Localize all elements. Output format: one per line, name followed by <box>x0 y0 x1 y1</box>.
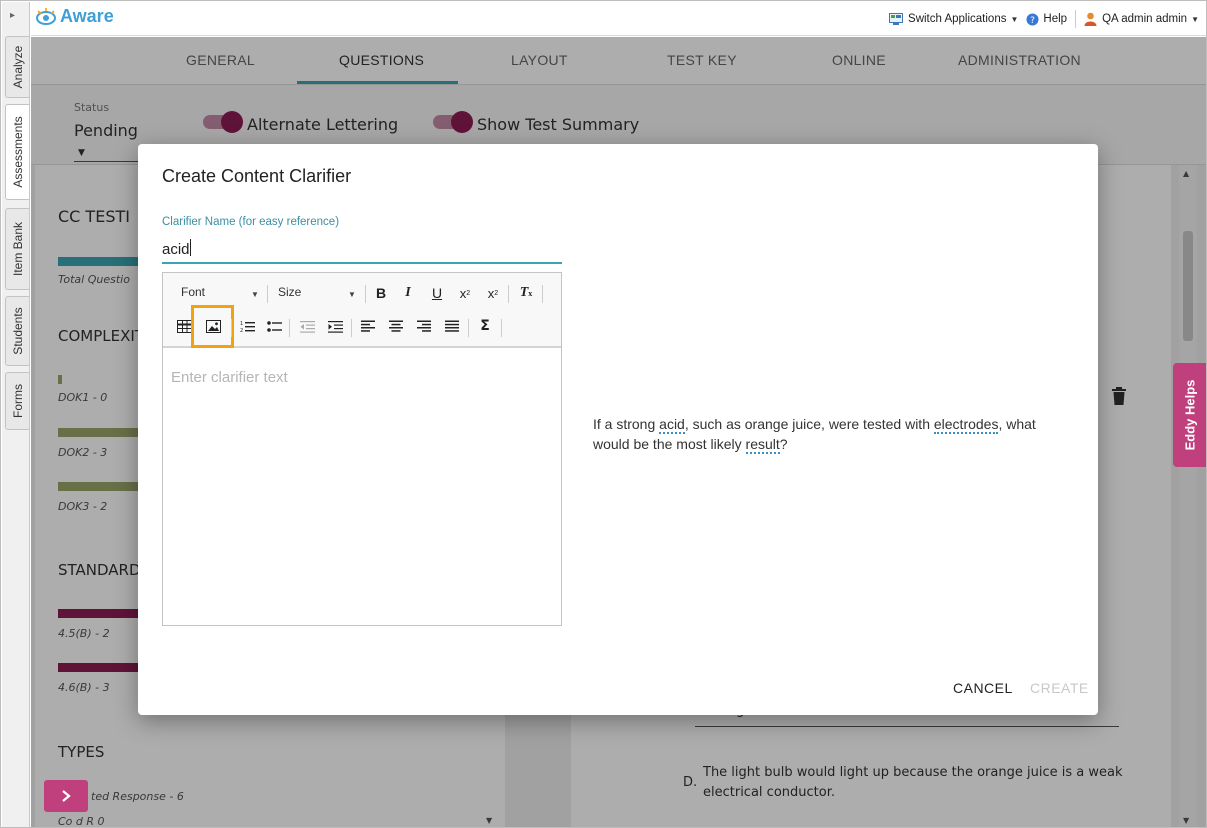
create-content-clarifier-dialog: Create Content Clarifier Clarifier Name … <box>138 144 1098 715</box>
align-left-icon <box>361 320 375 332</box>
clarifier-word-acid[interactable]: acid <box>659 416 685 434</box>
svg-text:?: ? <box>1031 16 1036 26</box>
indent-icon <box>327 320 343 333</box>
help-link[interactable]: ? Help <box>1026 13 1067 26</box>
expand-panel-button[interactable] <box>44 780 88 812</box>
header-divider <box>1075 10 1077 28</box>
sidebar-tab-item-bank[interactable]: Item Bank <box>5 208 29 290</box>
clear-formatting-button[interactable]: Tx <box>515 282 537 304</box>
switch-apps-icon <box>889 12 904 25</box>
chevron-down-icon: ▼ <box>1010 14 1019 24</box>
table-icon <box>176 319 192 333</box>
toolbar-divider <box>231 319 232 337</box>
rich-text-editor: Font ▼ Size ▼ B I U x2 x2 Tx 1 2 Σ Enter… <box>162 272 562 626</box>
toolbar-divider <box>501 319 502 337</box>
clarifier-name-label: Clarifier Name (for easy reference) <box>162 216 340 228</box>
bulleted-list-button[interactable] <box>263 315 285 337</box>
create-button[interactable]: CREATE <box>1030 680 1089 696</box>
logo-text: Aware <box>60 6 114 26</box>
align-right-icon <box>417 320 431 332</box>
bold-button[interactable]: B <box>370 282 392 304</box>
equation-sigma-button[interactable]: Σ <box>474 315 496 337</box>
app-header: Aware Switch Applications ▼ ? Help QA ad… <box>31 2 1206 36</box>
editor-toolbar: Font ▼ Size ▼ B I U x2 x2 Tx 1 2 Σ <box>163 273 561 348</box>
chevron-down-icon: ▼ <box>1191 14 1199 24</box>
italic-button[interactable]: I <box>397 282 419 304</box>
svg-text:2: 2 <box>240 328 243 333</box>
text-caret <box>190 239 191 256</box>
sidebar-tab-students[interactable]: Students <box>5 296 29 366</box>
size-dropdown[interactable]: Size ▼ <box>278 285 358 303</box>
toolbar-divider <box>508 285 509 303</box>
image-button-highlight <box>191 305 234 348</box>
numbered-list-button[interactable]: 1 2 <box>236 315 258 337</box>
header-actions: Switch Applications ▼ ? Help QA admin ad… <box>881 10 1199 28</box>
clarifier-word-result[interactable]: result <box>745 436 780 454</box>
eddy-helps-button[interactable]: Eddy Helps <box>1173 363 1206 467</box>
toolbar-divider <box>351 319 352 337</box>
switch-applications-menu[interactable]: Switch Applications ▼ <box>889 12 1019 26</box>
toolbar-divider <box>468 319 469 337</box>
question-preview: If a strong acid, such as orange juice, … <box>593 416 1036 454</box>
align-center-icon <box>389 320 403 332</box>
eye-logo-icon <box>36 7 56 25</box>
side-tab-rail: ▸ Analyze Assessments Item Bank Students… <box>2 2 30 827</box>
chevron-down-icon: ▼ <box>251 290 259 299</box>
sidebar-tab-analyze[interactable]: Analyze <box>5 36 29 98</box>
subscript-button[interactable]: x2 <box>454 282 476 304</box>
dialog-title: Create Content Clarifier <box>162 166 352 186</box>
svg-text:1: 1 <box>240 321 243 327</box>
toolbar-divider <box>365 285 366 303</box>
chevron-down-icon: ▼ <box>348 290 356 299</box>
chevron-right-icon <box>62 790 71 802</box>
align-center-button[interactable] <box>385 315 407 337</box>
decrease-indent-button[interactable] <box>296 315 318 337</box>
underline-button[interactable]: U <box>426 282 448 304</box>
font-dropdown[interactable]: Font ▼ <box>181 285 261 303</box>
clarifier-text-placeholder[interactable]: Enter clarifier text <box>171 369 288 386</box>
rail-expand-icon[interactable]: ▸ <box>10 10 15 21</box>
toolbar-divider <box>542 285 543 303</box>
numbered-list-icon: 1 2 <box>240 321 255 333</box>
justify-button[interactable] <box>441 315 463 337</box>
app-window: ▸ Analyze Assessments Item Bank Students… <box>0 0 1207 828</box>
align-left-button[interactable] <box>357 315 379 337</box>
toolbar-divider <box>267 285 268 303</box>
increase-indent-button[interactable] <box>324 315 346 337</box>
sidebar-tab-forms[interactable]: Forms <box>5 372 29 430</box>
cancel-button[interactable]: CANCEL <box>953 680 1013 696</box>
aware-logo[interactable]: Aware <box>35 6 114 27</box>
outdent-icon <box>299 320 315 333</box>
clarifier-word-electrodes[interactable]: electrodes <box>933 416 999 434</box>
help-icon: ? <box>1026 13 1039 26</box>
toolbar-divider <box>289 319 290 337</box>
bulleted-list-icon <box>266 320 282 332</box>
user-avatar-icon <box>1084 12 1097 26</box>
superscript-button[interactable]: x2 <box>482 282 504 304</box>
justify-icon <box>445 320 459 332</box>
clarifier-name-input[interactable] <box>162 236 562 264</box>
sidebar-tab-assessments[interactable]: Assessments <box>5 104 29 200</box>
align-right-button[interactable] <box>413 315 435 337</box>
user-menu[interactable]: QA admin admin ▼ <box>1084 12 1199 26</box>
